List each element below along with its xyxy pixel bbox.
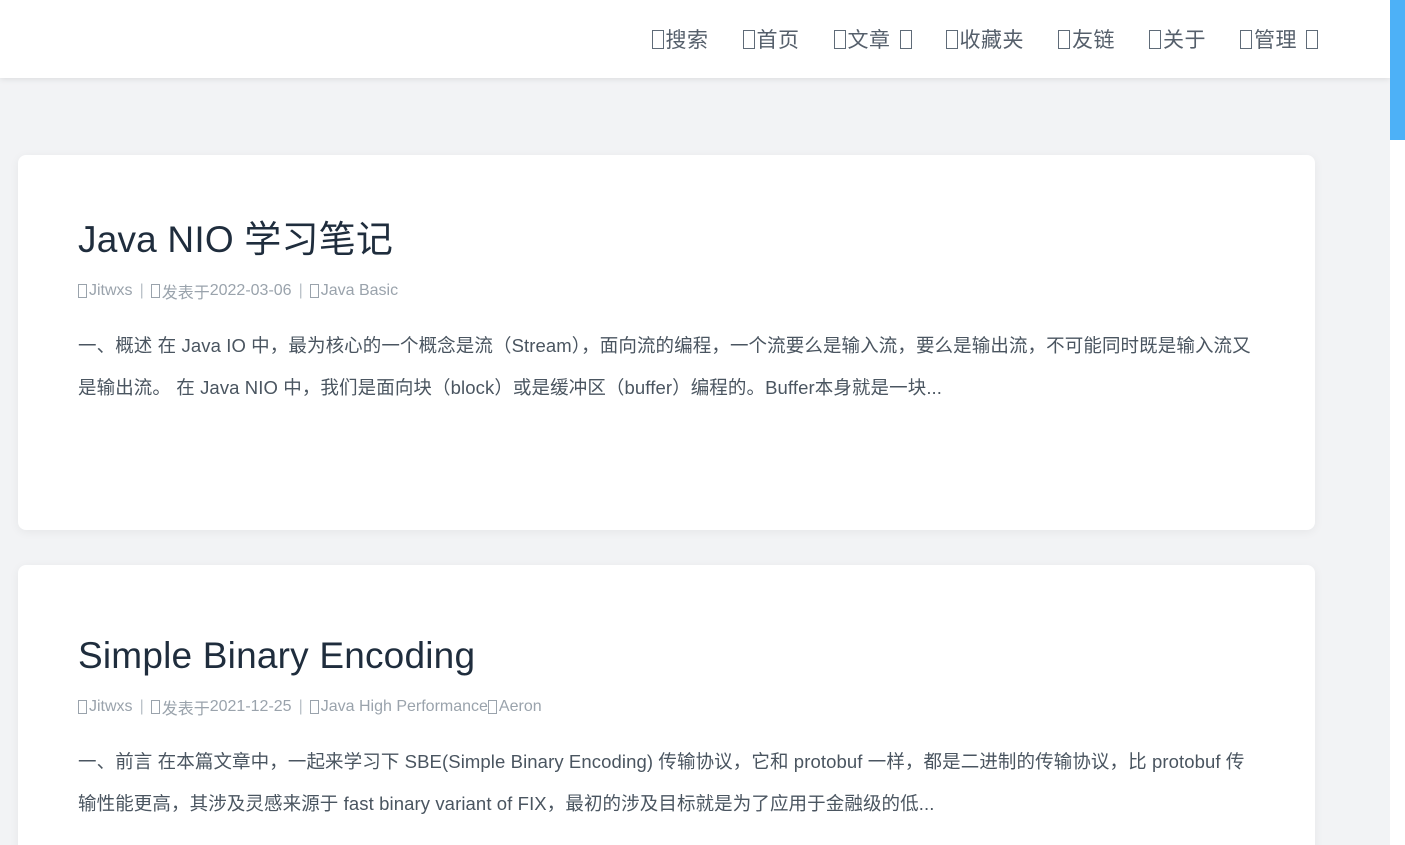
post-author: Jitwxs [78, 282, 133, 300]
post-title[interactable]: Java NIO 学习笔记 [78, 217, 393, 263]
nav-item-links[interactable]: 友链 [1041, 0, 1132, 78]
folder-icon [309, 700, 319, 715]
post-date: 发表于 2021-12-25 [150, 695, 292, 719]
nav-item-manage[interactable]: 管理 [1223, 0, 1335, 78]
nav-item-label: 收藏夹 [959, 29, 1024, 52]
post-card-body: Java NIO 学习笔记 Jitwxs | 发表于 2022-03-06 | Java … [18, 155, 1315, 409]
nav-item-about[interactable]: 关于 [1132, 0, 1223, 78]
main-navigation: 搜索 首页 文章 收藏夹 友链 关于 管理 [635, 0, 1336, 78]
post-excerpt: 一、前言 在本篇文章中，一起来学习下 SBE(Simple Binary Enc… [78, 751, 1245, 815]
nav-item-search[interactable]: 搜索 [635, 0, 726, 78]
post-date-prefix: 发表于 [161, 285, 210, 303]
calendar-icon [150, 700, 160, 715]
calendar-icon [150, 284, 160, 299]
chevron-down-icon [1306, 29, 1318, 49]
post-meta: Jitwxs | 发表于 2021-12-25 | Java High Performa… [78, 695, 1255, 719]
user-icon [78, 700, 87, 715]
nav-item-label: 搜索 [665, 29, 709, 52]
archive-icon [833, 29, 846, 49]
post-category-label: Java Basic [320, 282, 399, 300]
user-icon [78, 284, 87, 299]
chevron-down-icon [899, 29, 912, 49]
meta-separator: | [139, 282, 144, 300]
post-category-label: Java High Performance [320, 698, 488, 716]
nav-item-label: 文章 [847, 29, 891, 52]
link-icon [1058, 29, 1070, 49]
nav-item-label: 关于 [1163, 29, 1206, 52]
post-author: Jitwxs [78, 698, 133, 716]
post-category-label: Aeron [498, 698, 542, 716]
cog-icon [1240, 29, 1252, 49]
post-category[interactable]: Java Basic [309, 282, 399, 300]
post-date-value: 2022-03-06 [209, 282, 292, 300]
nav-item-archives[interactable]: 文章 [817, 0, 929, 78]
post-title[interactable]: Simple Binary Encoding [78, 633, 475, 679]
home-icon [742, 29, 755, 49]
post-date: 发表于 2022-03-06 [150, 279, 292, 303]
nav-item-home[interactable]: 首页 [726, 0, 817, 78]
nav-item-label: 友链 [1072, 29, 1115, 52]
post-card: Java NIO 学习笔记 Jitwxs | 发表于 2022-03-06 | Java … [18, 155, 1315, 530]
site-header: 搜索 首页 文章 收藏夹 友链 关于 管理 [0, 0, 1390, 78]
post-author-name: Jitwxs [89, 698, 133, 716]
post-meta: Jitwxs | 发表于 2022-03-06 | Java Basic [78, 279, 1255, 303]
post-card: Simple Binary Encoding Jitwxs | 发表于 2021-12… [18, 565, 1315, 845]
meta-separator: | [139, 698, 144, 716]
nav-item-label: 管理 [1254, 29, 1297, 52]
post-excerpt: 一、概述 在 Java IO 中，最为核心的一个概念是流（Stream），面向流… [78, 335, 1251, 399]
folder-icon [309, 284, 319, 299]
post-card-body: Simple Binary Encoding Jitwxs | 发表于 2021-12… [18, 565, 1315, 825]
post-author-name: Jitwxs [89, 282, 133, 300]
search-icon [651, 29, 664, 49]
post-date-value: 2021-12-25 [209, 698, 292, 716]
star-icon [945, 29, 958, 49]
meta-separator: | [298, 282, 303, 300]
nav-item-favorites[interactable]: 收藏夹 [929, 0, 1042, 78]
folder-icon [487, 700, 497, 715]
post-category[interactable]: Java High Performance [309, 698, 488, 716]
scrollbar-thumb[interactable] [1390, 0, 1405, 140]
page-root: 搜索 首页 文章 收藏夹 友链 关于 管理 Java NIO 学习笔记 Jitwxs | 发表于 … [0, 0, 1405, 845]
meta-separator: | [298, 698, 303, 716]
user-icon [1149, 29, 1161, 49]
nav-item-label: 首页 [756, 29, 800, 52]
post-list: Java NIO 学习笔记 Jitwxs | 发表于 2022-03-06 | Java … [0, 78, 1390, 845]
post-date-prefix: 发表于 [161, 701, 210, 719]
post-category[interactable]: Aeron [487, 698, 542, 716]
